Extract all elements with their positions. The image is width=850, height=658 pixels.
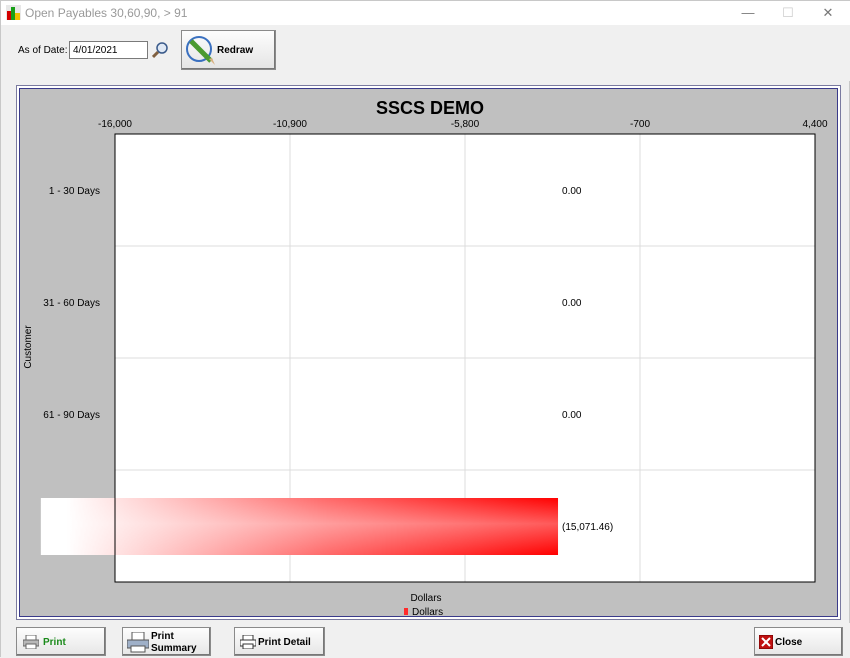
data-label: 0.00 [562, 186, 582, 197]
close-icon [759, 635, 773, 649]
close-window-button[interactable]: ✕ [808, 1, 848, 25]
as-of-date-input[interactable] [69, 41, 148, 59]
magnifier-icon[interactable] [152, 41, 170, 59]
y-axis-label: Customer [23, 325, 34, 369]
print-detail-button[interactable]: Print Detail [234, 627, 325, 656]
redraw-button[interactable]: Redraw [181, 30, 276, 70]
x-tick-label: 4,400 [802, 119, 827, 130]
x-axis-label: Dollars [410, 593, 441, 604]
chart-title: SSCS DEMO [376, 98, 484, 118]
x-tick-label: -5,800 [451, 119, 480, 130]
x-tick-label: -700 [630, 119, 650, 130]
print-button[interactable]: Print [16, 627, 106, 656]
chart-area: SSCS DEMO -16,000 -10,900 -5,800 -700 4,400 1… [19, 88, 838, 618]
payables-chart: SSCS DEMO -16,000 -10,900 -5,800 -700 4,400 1… [23, 98, 828, 618]
printer-icon [240, 635, 256, 649]
category-label: 31 - 60 Days [43, 298, 100, 309]
print-summary-label-line1: Print [151, 631, 174, 642]
category-label: 1 - 30 Days [49, 186, 100, 197]
title-bar: Open Payables 30,60,90, > 91 — ☐ ✕ [1, 1, 850, 25]
chart-app-icon [6, 5, 21, 20]
legend-swatch [404, 608, 408, 615]
as-of-date-label: As of Date: [18, 45, 68, 56]
printer-icon [127, 632, 149, 653]
minimize-button[interactable]: — [728, 1, 768, 25]
category-label: 61 - 90 Days [43, 410, 100, 421]
bar-highlight [40, 498, 559, 555]
print-summary-label-line2: Summary [151, 643, 197, 654]
legend-label: Dollars [412, 607, 443, 618]
close-button[interactable]: Close [754, 627, 843, 656]
maximize-button[interactable]: ☐ [768, 1, 808, 25]
chart-frame: SSCS DEMO -16,000 -10,900 -5,800 -700 4,400 1… [16, 85, 841, 620]
window: Open Payables 30,60,90, > 91 — ☐ ✕ As of… [0, 0, 850, 658]
print-summary-button[interactable]: Print Summary [122, 627, 211, 656]
pencil-icon [186, 36, 215, 65]
close-label: Close [775, 637, 803, 648]
data-label: 0.00 [562, 298, 582, 309]
x-tick-label: -10,900 [273, 119, 307, 130]
data-label: 0.00 [562, 410, 582, 421]
print-label: Print [43, 637, 66, 648]
redraw-label: Redraw [217, 45, 254, 56]
printer-icon [23, 635, 39, 649]
data-label: (15,071.46) [562, 522, 613, 533]
print-detail-label: Print Detail [258, 637, 311, 648]
window-title: Open Payables 30,60,90, > 91 [25, 6, 188, 20]
x-tick-label: -16,000 [98, 119, 132, 130]
